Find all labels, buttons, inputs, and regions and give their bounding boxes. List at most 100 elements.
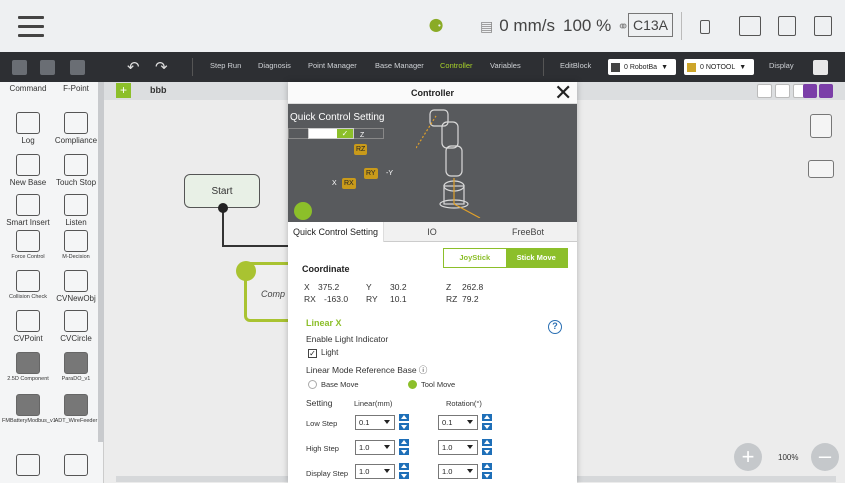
toolbar-display[interactable]: Display <box>769 61 794 70</box>
palette-item[interactable]: New Base <box>2 154 54 187</box>
increment-icon[interactable] <box>399 439 409 446</box>
save-icon[interactable] <box>12 60 27 75</box>
log-icon[interactable] <box>814 16 832 36</box>
decrement-icon[interactable] <box>399 472 409 479</box>
display-step-linear-select[interactable]: 1.0 <box>355 464 395 479</box>
info-icon[interactable] <box>778 16 796 36</box>
help-icon[interactable]: ? <box>548 320 562 334</box>
decrement-icon[interactable] <box>482 423 492 430</box>
edit-icon[interactable] <box>236 261 256 281</box>
display-step-rotation-select[interactable]: 1.0 <box>438 464 478 479</box>
palette-item[interactable]: CVNewObj <box>50 270 102 303</box>
low-step-linear-stepper[interactable] <box>399 414 409 430</box>
increment-icon[interactable] <box>482 414 492 421</box>
window-icon[interactable] <box>50 454 102 478</box>
low-step-rotation-select[interactable]: 0.1 <box>438 415 478 430</box>
palette-item[interactable]: M-Decision <box>50 230 102 260</box>
rx-axis-button[interactable]: RX <box>342 178 356 189</box>
palette-item[interactable]: Listen <box>50 194 102 227</box>
gear-icon <box>16 454 40 476</box>
increment-icon[interactable] <box>399 414 409 421</box>
palette-item[interactable]: CVCircle <box>50 310 102 343</box>
add-tab-button[interactable]: + <box>116 83 131 98</box>
increment-icon[interactable] <box>482 463 492 470</box>
pallet-icon[interactable] <box>810 114 832 138</box>
tool-value: 0 NOTOOL <box>700 63 736 71</box>
display-step-rotation-stepper[interactable] <box>482 463 492 479</box>
low-step-linear-select[interactable]: 0.1 <box>355 415 395 430</box>
quick-control-toggle[interactable]: ✓ <box>308 128 354 139</box>
z-axis-label: Z <box>360 132 365 139</box>
palette-item[interactable]: CVPoint <box>2 310 54 343</box>
toolbar-point-manager[interactable]: Point Manager <box>308 61 357 70</box>
palette-item[interactable]: Force Control <box>2 230 54 260</box>
toolbar-base-manager[interactable]: Base Manager <box>375 61 424 70</box>
high-step-rotation-select[interactable]: 1.0 <box>438 440 478 455</box>
palette-item[interactable]: F-Point <box>50 82 102 93</box>
high-step-linear-stepper[interactable] <box>399 439 409 455</box>
gear-icon[interactable] <box>2 454 54 478</box>
decrement-icon[interactable] <box>399 423 409 430</box>
prev-icon[interactable] <box>803 84 817 98</box>
light-checkbox[interactable]: ✓ <box>308 349 317 358</box>
toolbar-diagnosis[interactable]: Diagnosis <box>258 61 291 70</box>
speed-percent-value: 100 % <box>563 16 612 35</box>
export-icon[interactable] <box>70 60 85 75</box>
increment-icon[interactable] <box>399 463 409 470</box>
toolbar-controller[interactable]: Controller <box>440 61 473 70</box>
high-step-linear-select[interactable]: 1.0 <box>355 440 395 455</box>
base-move-radio[interactable] <box>308 380 317 389</box>
speed-readout: ▤ 0 mm/s <box>480 14 555 38</box>
palette-item[interactable]: Smart Insert <box>2 194 54 227</box>
joystick-tab[interactable]: JoyStick <box>444 249 506 267</box>
io-switch-icon[interactable] <box>808 160 834 178</box>
redo-icon[interactable]: ↷ <box>155 58 168 76</box>
zoom-in-button[interactable]: + <box>734 443 762 471</box>
panel-toggle-icon[interactable] <box>813 60 828 75</box>
palette-item[interactable]: FMBatteryModbus_v1 <box>2 394 56 424</box>
key-icon[interactable] <box>294 202 312 220</box>
save-as-icon[interactable] <box>40 60 55 75</box>
palette-item[interactable]: Touch Stop <box>50 154 102 187</box>
sort-az-icon[interactable] <box>757 84 772 98</box>
high-step-rotation-stepper[interactable] <box>482 439 492 455</box>
tool-move-radio[interactable] <box>408 380 417 389</box>
decrement-icon[interactable] <box>482 472 492 479</box>
menu-icon[interactable] <box>18 16 44 38</box>
zoom-out-button[interactable]: – <box>811 443 839 471</box>
toolbar-step-run[interactable]: Step Run <box>210 61 241 70</box>
undo-icon[interactable]: ↶ <box>127 58 140 76</box>
keyboard-icon[interactable] <box>739 16 761 36</box>
low-step-rotation-stepper[interactable] <box>482 414 492 430</box>
robot-base-select[interactable]: 0 RobotBa ▼ <box>608 59 676 75</box>
close-icon[interactable]: ✕ <box>554 82 572 104</box>
rz-axis-button[interactable]: RZ <box>354 144 368 155</box>
tab-quick-control[interactable]: Quick Control Setting <box>288 222 384 242</box>
toolbar-editblock[interactable]: EditBlock <box>560 61 591 70</box>
tab-io[interactable]: IO <box>384 222 480 242</box>
parado-icon <box>64 352 88 374</box>
next-icon[interactable] <box>819 84 833 98</box>
palette-item[interactable]: Command <box>2 82 54 93</box>
palette-item[interactable]: 2.5D Component <box>2 352 54 382</box>
dialog-title: Controller <box>288 82 577 104</box>
palette-item[interactable]: Log <box>2 112 54 145</box>
palette-item[interactable]: Collision Check <box>2 270 54 300</box>
palette-item[interactable]: ParaDO_v1 <box>50 352 102 382</box>
toolbar-variables[interactable]: Variables <box>490 61 521 70</box>
display-step-linear-stepper[interactable] <box>399 463 409 479</box>
decrement-icon[interactable] <box>482 448 492 455</box>
palette-item[interactable]: Compliance <box>50 112 102 145</box>
speed-percent: 100 % ⚭ <box>563 14 635 38</box>
flow-tab-name[interactable]: bbb <box>150 85 167 95</box>
tab-freebot[interactable]: FreeBot <box>480 222 576 242</box>
palette-item[interactable]: ADT_WireFeeder <box>50 394 102 424</box>
start-connector[interactable] <box>218 203 228 213</box>
tool-select[interactable]: 0 NOTOOL ▼ <box>684 59 754 75</box>
ry-axis-button[interactable]: RY <box>364 168 378 179</box>
decrement-icon[interactable] <box>399 448 409 455</box>
mode-badge[interactable]: C13A <box>628 13 674 37</box>
sort-za-icon[interactable] <box>775 84 790 98</box>
stick-move-tab[interactable]: Stick Move <box>505 249 567 267</box>
increment-icon[interactable] <box>482 439 492 446</box>
